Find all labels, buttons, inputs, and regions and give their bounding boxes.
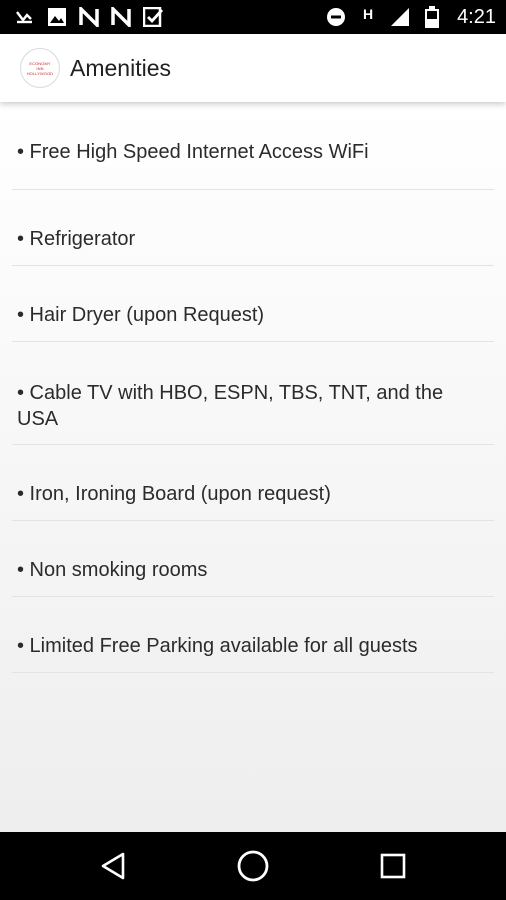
back-triangle-icon [101, 852, 125, 880]
page-title: Amenities [70, 54, 171, 81]
amenity-item: • Cable TV with HBO, ESPN, TBS, TNT, and… [12, 342, 494, 445]
navigation-bar [0, 832, 506, 900]
home-button[interactable] [236, 849, 270, 883]
do-not-disturb-icon [325, 6, 347, 28]
amenity-item: • Hair Dryer (upon Request) [12, 266, 494, 342]
signal-icon [389, 6, 411, 28]
battery-icon [421, 6, 443, 28]
logo-line: HOLLYWOOD [26, 70, 54, 76]
notification-icons [14, 6, 164, 28]
image-icon [46, 6, 68, 28]
amenity-item: • Limited Free Parking available for all… [12, 597, 494, 673]
recents-square-icon [380, 853, 406, 879]
amenities-content: • Free High Speed Internet Access WiFi •… [0, 102, 506, 832]
system-icons: H 4:21 [325, 6, 496, 29]
screen: H 4:21 ECONOMY INN HOLLYWOOD Amenities •… [0, 0, 506, 900]
amenity-item: • Iron, Ironing Board (upon request) [12, 445, 494, 521]
amenity-item: • Refrigerator [12, 190, 494, 266]
back-button[interactable] [96, 849, 130, 883]
recents-button[interactable] [376, 849, 410, 883]
app-bar: ECONOMY INN HOLLYWOOD Amenities [0, 34, 506, 102]
amenities-list: • Free High Speed Internet Access WiFi •… [0, 102, 506, 673]
check-notification-icon [142, 6, 164, 28]
network-type-label: H [363, 6, 374, 22]
n-notification-icon [110, 6, 132, 28]
amenity-item: • Non smoking rooms [12, 521, 494, 597]
status-bar: H 4:21 [0, 0, 506, 34]
clock: 4:21 [457, 5, 496, 28]
n-notification-icon [78, 6, 100, 28]
home-circle-icon [237, 850, 269, 882]
missed-call-icon [14, 6, 36, 28]
network-type-icon: H [357, 6, 379, 28]
amenity-item: • Free High Speed Internet Access WiFi [12, 102, 494, 190]
app-logo[interactable]: ECONOMY INN HOLLYWOOD [20, 48, 60, 88]
